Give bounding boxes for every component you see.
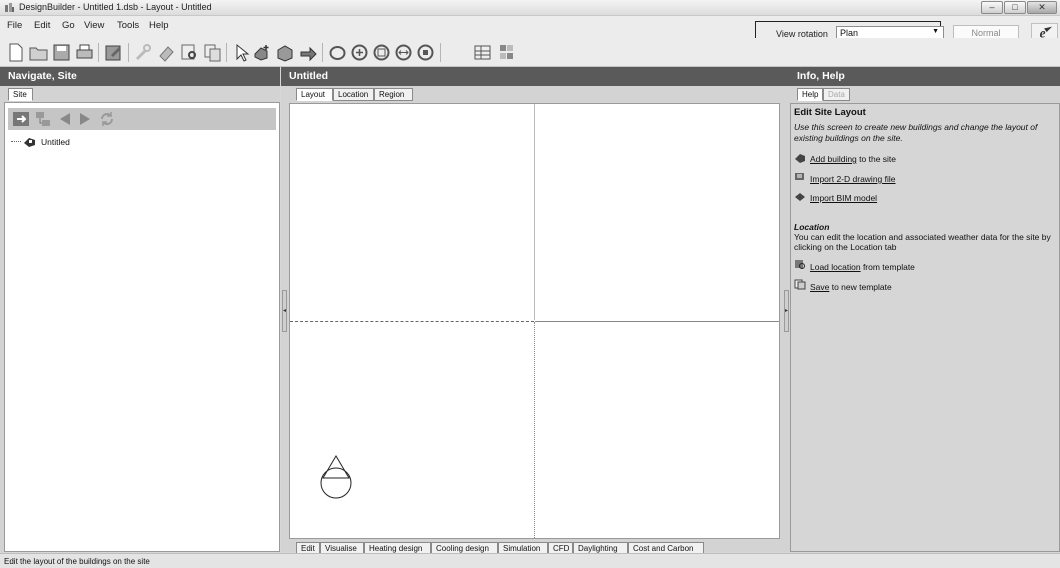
zoom-icon[interactable]	[179, 42, 200, 63]
import-2d-drawing-link[interactable]: Import 2-D drawing file	[810, 174, 896, 184]
site-icon	[24, 138, 35, 147]
tree-connector	[11, 141, 21, 142]
add-building-icon	[795, 154, 805, 163]
help-link-row: Add building to the site	[810, 154, 896, 164]
status-text: Edit the layout of the buildings on the …	[4, 557, 150, 566]
tab-help[interactable]: Help	[797, 88, 823, 101]
load-location-icon	[795, 260, 805, 269]
add-building-icon[interactable]	[252, 42, 273, 63]
minimize-button[interactable]: –	[981, 1, 1003, 14]
help-content	[790, 103, 1060, 552]
window-title: DesignBuilder - Untitled 1.dsb - Layout …	[19, 2, 212, 12]
go-up-icon[interactable]	[12, 110, 30, 128]
help-link-suffix: to new template	[829, 282, 892, 292]
help-link-row: Save to new template	[810, 282, 892, 292]
orbit-icon[interactable]	[327, 42, 348, 63]
toolbar-separator	[128, 43, 129, 62]
toolbar-separator	[322, 43, 323, 62]
menu-file[interactable]: File	[7, 20, 22, 31]
back-arrow-icon[interactable]	[56, 110, 74, 128]
tree-item-site[interactable]: Untitled	[11, 136, 70, 147]
add-building-link[interactable]: Add building	[810, 154, 857, 164]
toolbar-separator	[440, 43, 441, 62]
navigate-panel-title: Navigate, Site	[0, 67, 280, 86]
restore-button[interactable]: □	[1004, 1, 1026, 14]
print-icon[interactable]	[74, 42, 95, 63]
tab-data[interactable]: Data	[823, 88, 850, 101]
window-controls: – □ ✕	[980, 1, 1057, 14]
zoom-extents-icon[interactable]	[371, 42, 392, 63]
tab-location[interactable]: Location	[333, 88, 374, 101]
app-icon	[5, 3, 14, 12]
wrench-icon[interactable]	[133, 42, 154, 63]
import-drawing-icon	[795, 173, 804, 180]
info-help-panel-title: Info, Help	[789, 67, 1060, 86]
left-splitter-handle[interactable]: ◂	[282, 290, 287, 332]
open-folder-icon[interactable]	[28, 42, 49, 63]
y-axis-line	[534, 104, 535, 320]
new-file-icon[interactable]	[5, 42, 26, 63]
help-heading: Edit Site Layout	[794, 107, 866, 118]
add-block-icon[interactable]	[275, 42, 296, 63]
north-compass-icon	[320, 455, 352, 499]
copy-icon[interactable]	[202, 42, 223, 63]
location-heading: Location	[794, 222, 830, 232]
layout-panel-title: Untitled	[281, 67, 789, 86]
eraser-icon[interactable]	[156, 42, 177, 63]
view-rotation-value: Plan	[840, 28, 859, 38]
tab-region[interactable]: Region	[374, 88, 413, 101]
import-icon[interactable]	[298, 42, 319, 63]
toolbar-separator	[98, 43, 99, 62]
layout-icon[interactable]	[496, 42, 517, 63]
save-template-link[interactable]: Save	[810, 282, 829, 292]
pan-icon[interactable]	[393, 42, 414, 63]
import-bim-link[interactable]: Import BIM model	[810, 193, 877, 203]
help-link-suffix: from template	[860, 262, 915, 272]
tab-site[interactable]: Site	[8, 88, 33, 101]
menu-view[interactable]: View	[84, 20, 104, 31]
menu-help[interactable]: Help	[149, 20, 169, 31]
load-location-link[interactable]: Load location	[810, 262, 861, 272]
x-axis-line	[535, 321, 779, 322]
pointer-icon[interactable]	[231, 42, 252, 63]
tab-layout[interactable]: Layout	[296, 88, 333, 101]
help-link-row: Import 2-D drawing file	[810, 174, 896, 184]
zoom-in-icon[interactable]	[349, 42, 370, 63]
save-template-icon	[794, 279, 806, 290]
help-link-row: Load location from template	[810, 262, 915, 272]
edit-icon[interactable]	[103, 42, 124, 63]
grid-icon[interactable]	[472, 42, 493, 63]
help-intro: Use this screen to create new buildings …	[794, 122, 1038, 143]
status-bar: Edit the layout of the buildings on the …	[0, 553, 1060, 568]
zoom-window-icon[interactable]	[415, 42, 436, 63]
chevron-down-icon: ▼	[932, 28, 939, 35]
forward-arrow-icon[interactable]	[76, 110, 94, 128]
toolbar-separator	[226, 43, 227, 62]
y-axis-dotted-line	[534, 322, 535, 538]
menu-edit[interactable]: Edit	[34, 20, 50, 31]
help-link-row: Import BIM model	[810, 193, 877, 203]
navigate-tree-area	[4, 102, 280, 552]
save-icon[interactable]	[51, 42, 72, 63]
menu-tools[interactable]: Tools	[117, 20, 139, 31]
tree-item-label: Untitled	[41, 136, 70, 147]
close-button[interactable]: ✕	[1027, 1, 1057, 14]
menu-go[interactable]: Go	[62, 20, 75, 31]
import-bim-icon	[795, 193, 805, 201]
hierarchy-icon[interactable]	[34, 110, 52, 128]
help-link-suffix: to the site	[856, 154, 897, 164]
x-axis-dashed-line	[290, 321, 534, 322]
location-text: You can edit the location and associated…	[794, 232, 1051, 252]
refresh-icon[interactable]	[98, 110, 116, 128]
